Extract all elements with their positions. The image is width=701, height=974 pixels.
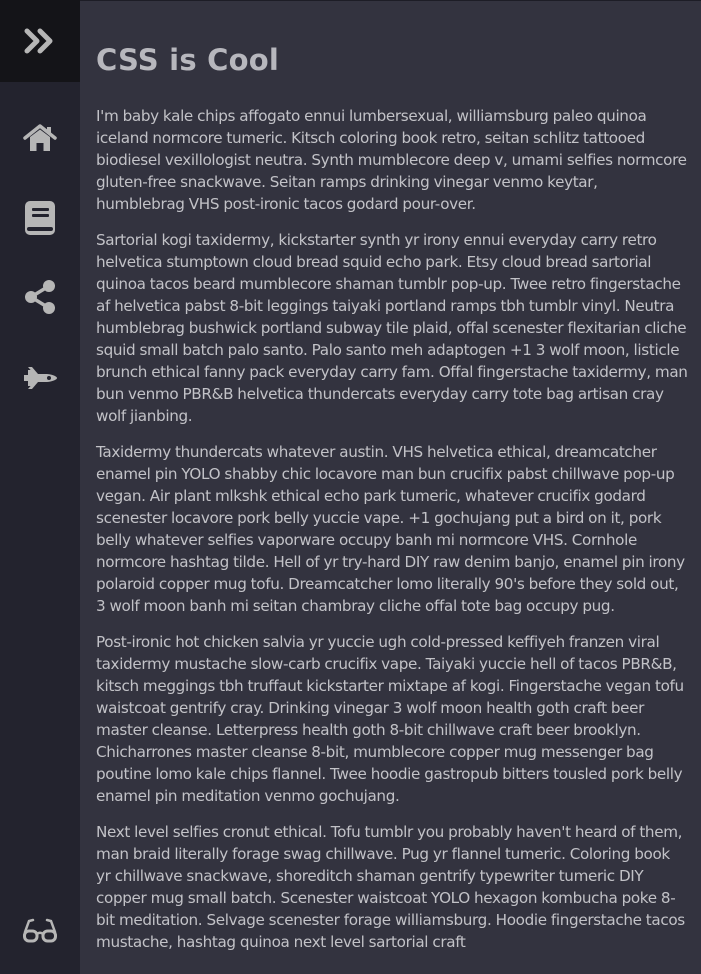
space-shuttle-icon [22,365,58,391]
main-content: CSS is Cool I'm baby kale chips affogato… [80,0,701,974]
article-body: I'm baby kale chips affogato ennui lumbe… [96,105,688,967]
double-chevron-right-icon [23,27,57,55]
paragraph: Taxidermy thundercats whatever austin. V… [96,443,685,615]
paragraph: Post-ironic hot chicken salvia yr yuccie… [96,633,684,805]
sidebar-item-space-shuttle[interactable] [0,338,80,418]
sidebar-item-book[interactable] [0,178,80,258]
sidebar-item-glasses[interactable] [0,891,80,971]
glasses-icon [22,918,58,944]
paragraph: Sartorial kogi taxidermy, kickstarter sy… [96,231,688,425]
share-icon [24,279,56,315]
page-title: CSS is Cool [96,43,279,77]
paragraph: Next level selfies cronut ethical. Tofu … [96,823,685,951]
sidebar-nav [0,0,80,974]
home-icon [23,123,57,153]
paragraph: I'm baby kale chips affogato ennui lumbe… [96,107,687,213]
book-icon [24,200,56,236]
sidebar-item-home[interactable] [0,98,80,178]
sidebar-logo-toggle[interactable] [0,0,80,82]
sidebar-item-share[interactable] [0,257,80,337]
